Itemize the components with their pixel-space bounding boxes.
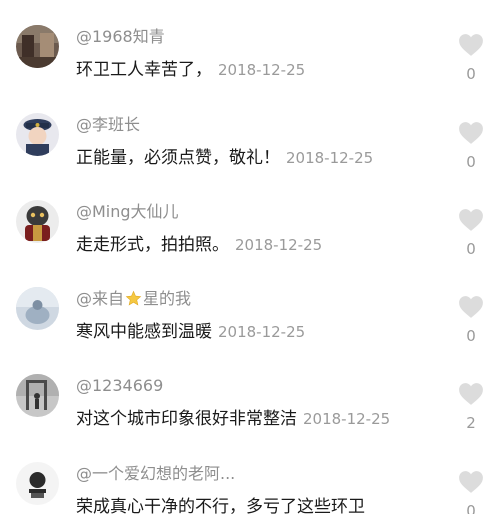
like-button[interactable]: 2 xyxy=(454,382,488,438)
comment-date: 2018-12-25 xyxy=(218,61,306,79)
comment-date: 2018-12-25 xyxy=(303,410,391,428)
comment-body: 对这个城市印象很好非常整洁 2018-12-25 xyxy=(76,407,390,431)
comment-date: 2018-12-25 xyxy=(235,236,323,254)
like-count: 0 xyxy=(466,65,476,83)
like-button[interactable]: 0 xyxy=(454,208,488,264)
avatar[interactable] xyxy=(16,25,59,68)
comment-text: 走走形式，拍拍照。 xyxy=(76,235,229,255)
comment-item: @来自 星的我 寒风中能感到温暖 2018-12-25 0 xyxy=(0,265,500,352)
avatar[interactable] xyxy=(16,374,59,417)
username[interactable]: @李班长 xyxy=(76,115,140,135)
comment-body: 正能量，必须点赞，敬礼！ 2018-12-25 xyxy=(76,146,373,170)
comment-item: @一个爱幻想的老阿... 荣成真心干净的不行，多亏了这些环卫 0 xyxy=(0,440,500,514)
avatar[interactable] xyxy=(16,113,59,156)
star-icon xyxy=(125,290,142,306)
comment-body: 寒风中能感到温暖 2018-12-25 xyxy=(76,320,305,344)
heart-icon xyxy=(459,34,483,56)
avatar[interactable] xyxy=(16,200,59,243)
username[interactable]: @来自 星的我 xyxy=(76,289,191,309)
comment-text: 正能量，必须点赞，敬礼！ xyxy=(76,148,280,168)
heart-icon xyxy=(459,471,483,493)
comment-item: @1234669 对这个城市印象很好非常整洁 2018-12-25 2 xyxy=(0,352,500,439)
avatar[interactable] xyxy=(16,462,59,505)
username[interactable]: @一个爱幻想的老阿... xyxy=(76,464,235,484)
heart-icon xyxy=(459,122,483,144)
like-count: 0 xyxy=(466,153,476,171)
comment-body: 走走形式，拍拍照。 2018-12-25 xyxy=(76,233,322,257)
comment-list: @1968知青 环卫工人幸苦了， 2018-12-25 0 @李班长 正能量，必须… xyxy=(0,0,500,514)
like-count: 2 xyxy=(466,414,476,432)
heart-icon xyxy=(459,209,483,231)
comment-text: 对这个城市印象很好非常整洁 xyxy=(76,409,297,429)
comment-item: @Ming大仙儿 走走形式，拍拍照。 2018-12-25 0 xyxy=(0,178,500,265)
heart-icon xyxy=(459,296,483,318)
comment-body: 荣成真心干净的不行，多亏了这些环卫 xyxy=(76,495,371,514)
username[interactable]: @Ming大仙儿 xyxy=(76,202,179,222)
username[interactable]: @1234669 xyxy=(76,376,163,396)
like-button[interactable]: 0 xyxy=(454,470,488,514)
username[interactable]: @1968知青 xyxy=(76,27,165,47)
comment-body: 环卫工人幸苦了， 2018-12-25 xyxy=(76,58,305,82)
username-suffix: 星的我 xyxy=(143,289,192,308)
avatar[interactable] xyxy=(16,287,59,330)
like-button[interactable]: 0 xyxy=(454,295,488,351)
like-button[interactable]: 0 xyxy=(454,121,488,177)
like-count: 0 xyxy=(466,502,476,514)
comment-date: 2018-12-25 xyxy=(286,149,374,167)
comment-item: @1968知青 环卫工人幸苦了， 2018-12-25 0 xyxy=(0,3,500,90)
like-button[interactable]: 0 xyxy=(454,33,488,89)
comment-text: 荣成真心干净的不行，多亏了这些环卫 xyxy=(76,497,365,514)
heart-icon xyxy=(459,383,483,405)
like-count: 0 xyxy=(466,240,476,258)
comment-text: 环卫工人幸苦了， xyxy=(76,60,212,80)
comment-date: 2018-12-25 xyxy=(218,323,306,341)
comment-item: @李班长 正能量，必须点赞，敬礼！ 2018-12-25 0 xyxy=(0,91,500,178)
comment-text: 寒风中能感到温暖 xyxy=(76,322,212,342)
like-count: 0 xyxy=(466,327,476,345)
username-prefix: @来自 xyxy=(76,289,125,308)
